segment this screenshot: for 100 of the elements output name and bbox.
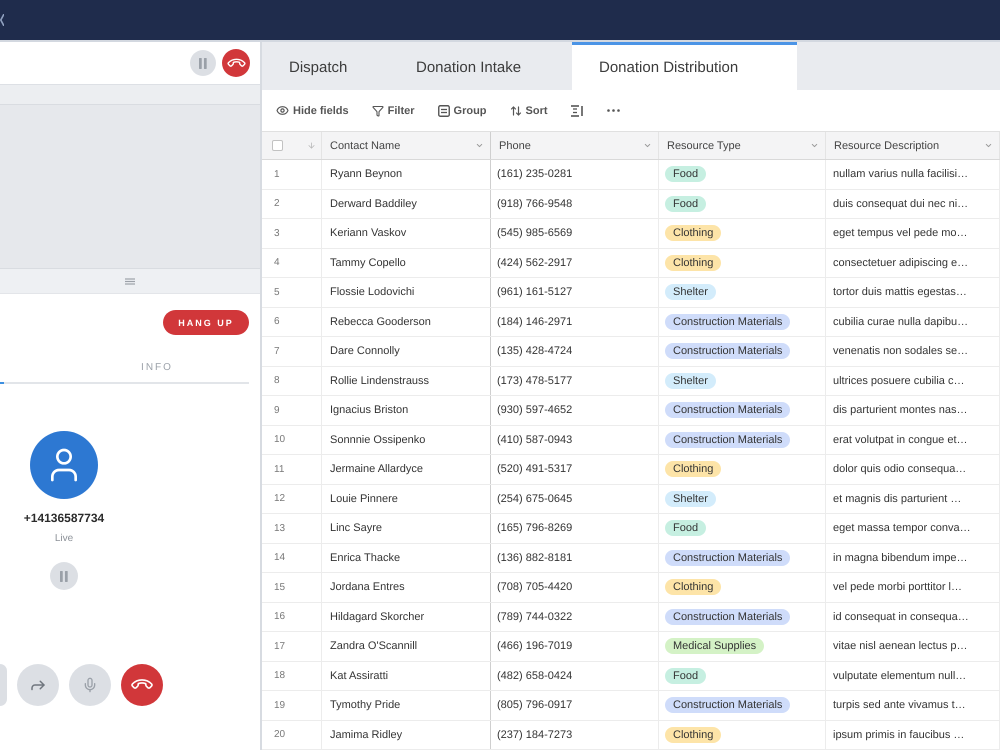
row-number: 20 [262, 720, 322, 749]
resource-tag: Clothing [665, 254, 722, 271]
table-cell: Enrica Thacke [322, 544, 491, 572]
resource-tag: Food [665, 520, 706, 536]
row-number: 10 [262, 426, 322, 454]
resource-tag: Food [665, 668, 706, 684]
resource-tag: Shelter [665, 284, 716, 300]
table-cell: Derward Baddiley [322, 190, 491, 218]
caller-number: +14136587734 [24, 511, 104, 525]
table-cell: Sonnnie Ossipenko [322, 426, 491, 454]
table-cell: Louie Pinnere [322, 484, 491, 513]
resource-tag: Construction Materials [665, 343, 790, 360]
table-cell: consectetuer adipiscing e… [826, 248, 1000, 277]
table-cell: (136) 882-8181 [491, 544, 659, 572]
view-tab[interactable]: Donation Intake [385, 42, 572, 90]
column-header[interactable]: Contact Name [322, 132, 491, 159]
table-cell: (237) 184-7273 [491, 720, 659, 749]
column-header[interactable]: Resource Type [659, 132, 826, 159]
hang-up-button[interactable] [121, 664, 163, 706]
caret-icon[interactable] [984, 141, 993, 150]
row-number: 5 [262, 278, 322, 306]
drag-handle-icon[interactable] [125, 278, 135, 284]
table-cell: turpis sed ante vivamus t… [826, 691, 1000, 720]
table-cell: (805) 796-0917 [491, 691, 659, 720]
hang-up-button[interactable]: HANG UP [163, 310, 249, 335]
table-cell: Jamima Ridley [322, 720, 491, 749]
hide-fields-button[interactable]: Hide fields [276, 102, 349, 119]
table-cell: (918) 766-9548 [491, 190, 659, 218]
resource-tag: Shelter [665, 490, 716, 507]
resource-tag: Clothing [665, 726, 722, 743]
table-cell: (254) 675-0645 [491, 484, 659, 513]
table-cell: (520) 491-5317 [491, 455, 659, 484]
table-cell: vel pede morbi porttitor l… [826, 573, 1000, 602]
table-cell: in magna bibendum impe… [826, 544, 1000, 572]
caret-icon[interactable] [810, 141, 819, 150]
row-number: 1 [262, 160, 322, 188]
table-cell: Keriann Vaskov [322, 219, 491, 248]
row-height-button[interactable] [570, 102, 584, 118]
table-cell: vulputate elementum null… [826, 662, 1000, 690]
microphone-button[interactable] [69, 664, 111, 706]
table-cell: Linc Sayre [322, 514, 491, 542]
view-tab[interactable]: Donation Distribution [572, 42, 797, 90]
row-number: 8 [262, 366, 322, 395]
sort-button[interactable]: Sort [510, 102, 548, 118]
table-cell: (173) 478-5177 [491, 366, 659, 395]
table-cell: (466) 196-7019 [491, 632, 659, 660]
table-cell: (708) 705-4420 [491, 573, 659, 602]
row-number: 3 [262, 219, 322, 248]
row-number: 13 [262, 514, 322, 542]
table-cell: dolor quis odio consequa… [826, 455, 1000, 484]
row-height-icon [570, 104, 584, 116]
forward-button[interactable] [17, 664, 59, 706]
table-cell: (961) 161-5127 [491, 278, 659, 306]
table-cell: Flossie Lodovichi [322, 278, 491, 306]
table-cell: venenatis non sodales se… [826, 337, 1000, 366]
resource-tag: Construction Materials [665, 697, 790, 714]
table-cell: Hildagard Skorcher [322, 602, 491, 631]
microphone-icon [82, 677, 98, 693]
table-cell: nullam varius nulla facilisi… [826, 160, 1000, 188]
call-button[interactable] [0, 664, 7, 706]
resource-tag: Construction Materials [665, 314, 790, 330]
list-square-icon [438, 104, 450, 116]
resource-tag: Food [665, 196, 706, 212]
pause-icon [60, 570, 68, 582]
table-cell: Ignacius Briston [322, 396, 491, 424]
table-cell: vitae nisl aenean lectus p… [826, 632, 1000, 660]
pause-button[interactable] [50, 562, 78, 590]
caret-icon[interactable] [475, 141, 484, 150]
column-header[interactable]: Phone [491, 132, 659, 159]
arrow-down-icon[interactable] [307, 141, 316, 150]
table-cell: ipsum primis in faucibus … [826, 720, 1000, 749]
table-cell: Zandra O'Scannill [322, 632, 491, 660]
resource-tag: Clothing [665, 461, 722, 478]
row-number: 17 [262, 632, 322, 660]
filter-button[interactable]: Filter [372, 102, 415, 118]
pause-button[interactable] [190, 50, 216, 76]
column-header[interactable]: Resource Description [826, 132, 1000, 159]
call-status: Live [54, 533, 74, 545]
select-all-checkbox[interactable] [272, 140, 283, 151]
table-cell: Ryann Beynon [322, 160, 491, 188]
resource-tag: Construction Materials [665, 550, 790, 566]
row-number: 16 [262, 602, 322, 631]
table-cell: Tammy Copello [322, 248, 491, 277]
table-cell: et magnis dis parturient … [826, 484, 1000, 513]
row-number: 11 [262, 455, 322, 484]
view-tab[interactable]: Dispatch [262, 42, 385, 90]
more-button[interactable] [606, 107, 620, 114]
hang-up-button[interactable] [222, 49, 250, 77]
eye-icon [276, 104, 289, 117]
table-cell: Jordana Entres [322, 573, 491, 602]
table-cell: tortor duis mattis egestas… [826, 278, 1000, 306]
table-cell: eget tempus vel pede mo… [826, 219, 1000, 248]
resource-tag: Construction Materials [665, 608, 790, 625]
caret-icon[interactable] [643, 141, 652, 150]
sort-icon [510, 104, 522, 116]
table-cell: (545) 985-6569 [491, 219, 659, 248]
table-cell: dis parturient montes nas… [826, 396, 1000, 424]
table-cell: (930) 597-4652 [491, 396, 659, 424]
group-button[interactable]: Group [438, 102, 487, 118]
filter-icon [372, 104, 384, 116]
